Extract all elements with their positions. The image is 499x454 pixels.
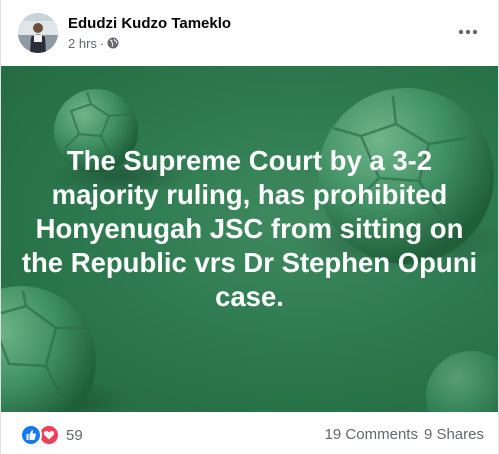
post-meta: 2 hrs · [68,35,119,51]
like-icon [20,424,42,446]
author-avatar[interactable] [18,13,58,53]
shares-count-link[interactable]: 9 Shares [424,426,484,443]
avatar-image [18,13,58,53]
post-banner[interactable]: The Supreme Court by a 3-2 majority ruli… [1,66,498,412]
reactions-summary[interactable]: 59 [20,424,83,446]
globe-icon[interactable] [107,37,119,49]
meta-separator: · [99,35,105,51]
comments-count-link[interactable]: 19 Comments [325,426,418,443]
author-name[interactable]: Edudzi Kudzo Tameklo [68,15,231,32]
engagement-counts: 19 Comments 9 Shares [325,426,484,443]
post-header: Edudzi Kudzo Tameklo 2 hrs · [1,0,498,66]
post-stats-bar: 59 19 Comments 9 Shares [1,412,498,454]
post-card: Edudzi Kudzo Tameklo 2 hrs · The Supreme… [0,0,499,454]
reaction-count: 59 [66,426,83,444]
more-options-icon[interactable] [454,22,482,42]
banner-text: The Supreme Court by a 3-2 majority ruli… [21,145,478,312]
post-timestamp[interactable]: 2 hrs [68,36,97,51]
